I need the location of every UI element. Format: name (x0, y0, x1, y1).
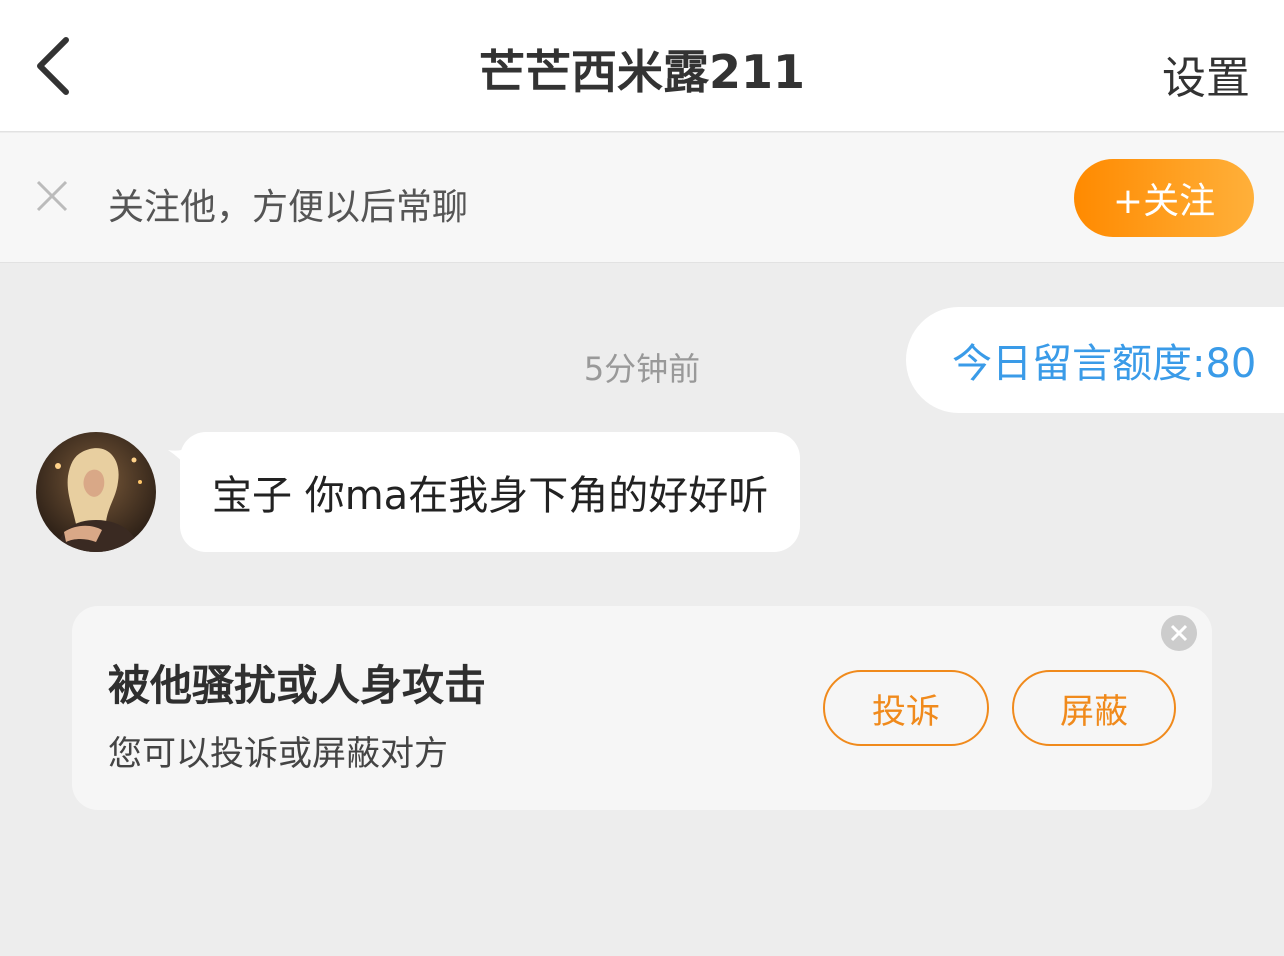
page-title: 芒芒西米露211 (478, 45, 806, 99)
close-icon (36, 180, 68, 212)
close-follow-prompt-button[interactable] (32, 176, 72, 216)
report-button[interactable]: 投诉 (823, 670, 989, 746)
message-bubble[interactable]: 宝子 你ma在我身下角的好好听 (180, 432, 801, 552)
follow-prompt-text: 关注他，方便以后常聊 (108, 187, 469, 228)
back-button[interactable] (22, 30, 86, 102)
card-subtitle: 您可以投诉或屏蔽对方 (108, 734, 448, 774)
chevron-left-icon (37, 37, 69, 95)
block-button[interactable]: 屏蔽 (1012, 670, 1176, 746)
nav-header: 芒芒西米露211 设置 (0, 0, 1284, 132)
sender-avatar[interactable] (36, 432, 156, 552)
message-text: 宝子 你ma在我身下角的好好听 (212, 473, 769, 519)
message-timestamp: 5分钟前 (583, 350, 701, 388)
close-circle-icon (1161, 615, 1197, 651)
user-avatar (36, 432, 156, 552)
settings-button[interactable]: 设置 (1162, 42, 1250, 106)
follow-button[interactable]: +关注 (1074, 159, 1254, 237)
close-card-button[interactable] (1160, 614, 1198, 652)
card-title: 被他骚扰或人身攻击 (108, 661, 487, 710)
